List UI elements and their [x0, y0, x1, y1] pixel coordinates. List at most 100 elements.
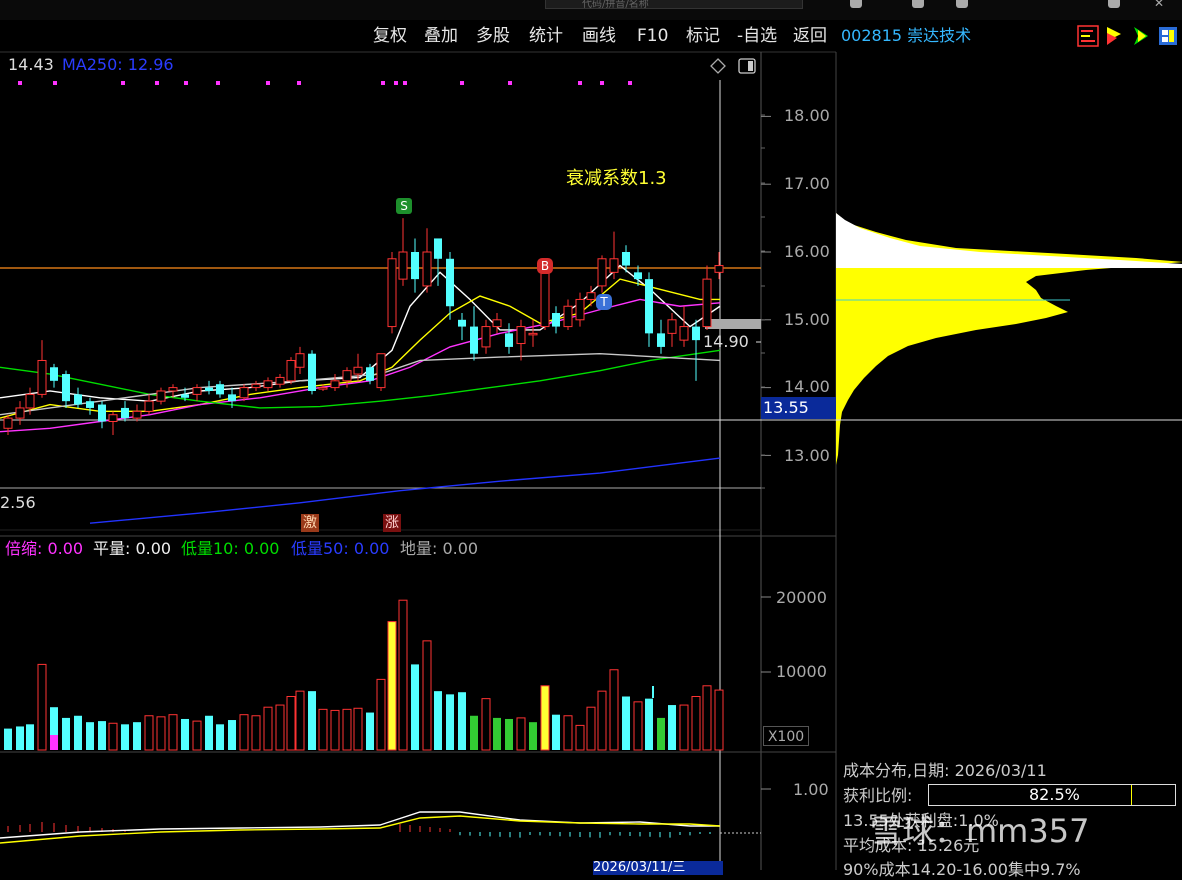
volume-bar	[342, 708, 352, 751]
price-tick: 17.00	[784, 174, 830, 193]
candle-body	[609, 258, 619, 273]
panel-toggle-icon[interactable]	[738, 58, 756, 74]
candle-body	[108, 414, 118, 423]
macd-tick: 1.00	[793, 780, 829, 799]
candle-body	[50, 367, 58, 381]
volume-bar	[74, 715, 82, 750]
volume-bar	[493, 717, 501, 750]
candle-body	[586, 292, 596, 300]
candle-body	[318, 387, 328, 390]
volume-bar	[563, 715, 573, 751]
volume-bar	[691, 696, 701, 751]
volume-bar	[275, 704, 285, 751]
candle-body	[192, 387, 202, 395]
vol-legend-diliang10: 低量10: 0.00	[181, 539, 280, 558]
candle-body	[470, 326, 478, 354]
profit-bar: 82.5%	[928, 784, 1176, 806]
volume-bar	[422, 640, 432, 751]
volume-bar	[679, 704, 689, 751]
diamond-icon[interactable]	[710, 58, 726, 74]
watermark: 雪球：mm357	[870, 812, 1090, 850]
volume-highlight	[50, 735, 58, 750]
volume-bar	[108, 722, 118, 751]
candle-body	[505, 333, 513, 347]
candle-body	[15, 407, 25, 419]
candle-body	[702, 278, 712, 328]
macd-dea-line	[0, 815, 721, 844]
volume-bar	[366, 712, 374, 750]
volume-tick: 20000	[776, 588, 827, 607]
volume-bar	[286, 696, 296, 751]
volume-bar	[411, 664, 419, 750]
candle-body	[25, 393, 35, 409]
volume-bar	[529, 722, 537, 750]
profit-label: 获利比例:	[843, 786, 913, 805]
volume-bar	[330, 709, 340, 751]
signal-dot	[394, 81, 398, 85]
candle-body	[563, 305, 573, 328]
candle-body	[528, 332, 538, 336]
volume-bar	[458, 692, 466, 750]
candle-body	[132, 410, 142, 419]
vol-legend-beisuo: 倍缩: 0.00	[5, 539, 84, 558]
signal-dot	[403, 81, 407, 85]
kline-chart[interactable]	[0, 0, 1182, 870]
candle-body	[645, 279, 653, 334]
signal-b[interactable]: B	[537, 258, 553, 274]
candle-body	[422, 251, 432, 287]
vol-legend-diliang50: 低量50: 0.00	[291, 539, 390, 558]
candle-body	[330, 380, 340, 389]
volume-bar	[609, 669, 619, 751]
candle-body	[205, 387, 213, 391]
crosshair-price: 14.90	[703, 332, 749, 351]
volume-bar	[156, 716, 166, 751]
volume-bar	[228, 720, 236, 750]
candle-body	[308, 353, 316, 391]
candle-body	[216, 384, 224, 395]
ma120-line	[0, 352, 721, 416]
volume-bar	[597, 690, 607, 751]
candle-body	[434, 238, 442, 259]
candle-body	[622, 252, 630, 266]
volume-bar	[62, 717, 70, 750]
signal-dot	[508, 81, 512, 85]
candle-body	[492, 319, 502, 328]
volume-bar	[86, 722, 94, 750]
volume-bar	[586, 706, 596, 751]
signal-dot	[266, 81, 270, 85]
decay-annotation: 衰减系数1.3	[566, 168, 667, 189]
vol-legend-pingliang: 平量: 0.00	[93, 539, 172, 558]
price-tick: 18.00	[784, 106, 830, 125]
vol-legend-diliang: 地量: 0.00	[400, 539, 479, 558]
price-tick: 13.00	[784, 446, 830, 465]
signal-dot	[53, 81, 57, 85]
candle-body	[458, 319, 466, 327]
ma-value: 14.43	[8, 55, 54, 74]
signal-s[interactable]: S	[396, 198, 412, 214]
candle-body	[411, 252, 419, 280]
candle-body	[657, 333, 665, 347]
candle-body	[121, 407, 129, 419]
volume-bar	[37, 663, 47, 751]
signal-dot	[18, 81, 22, 85]
candle-body	[156, 390, 166, 402]
volume-bar	[516, 717, 526, 751]
price-tick: 15.00	[784, 310, 830, 329]
volume-bar	[398, 599, 408, 751]
profit-value: 82.5%	[1029, 785, 1080, 804]
volume-bar	[702, 685, 712, 751]
signal-t[interactable]: T	[596, 294, 612, 310]
signal-dot	[121, 81, 125, 85]
volume-bar	[26, 724, 34, 750]
candle-body	[667, 319, 677, 334]
ma250-label: MA250: 12.96	[62, 55, 174, 74]
volume-bar	[622, 696, 630, 750]
candle-body	[575, 298, 585, 321]
candle-body	[679, 326, 689, 341]
signal-dot	[600, 81, 604, 85]
candle-body	[228, 394, 236, 402]
candle-body	[552, 313, 560, 327]
volume-bar	[4, 728, 12, 750]
volume-tick: 10000	[776, 662, 827, 681]
volume-bar	[16, 726, 24, 750]
